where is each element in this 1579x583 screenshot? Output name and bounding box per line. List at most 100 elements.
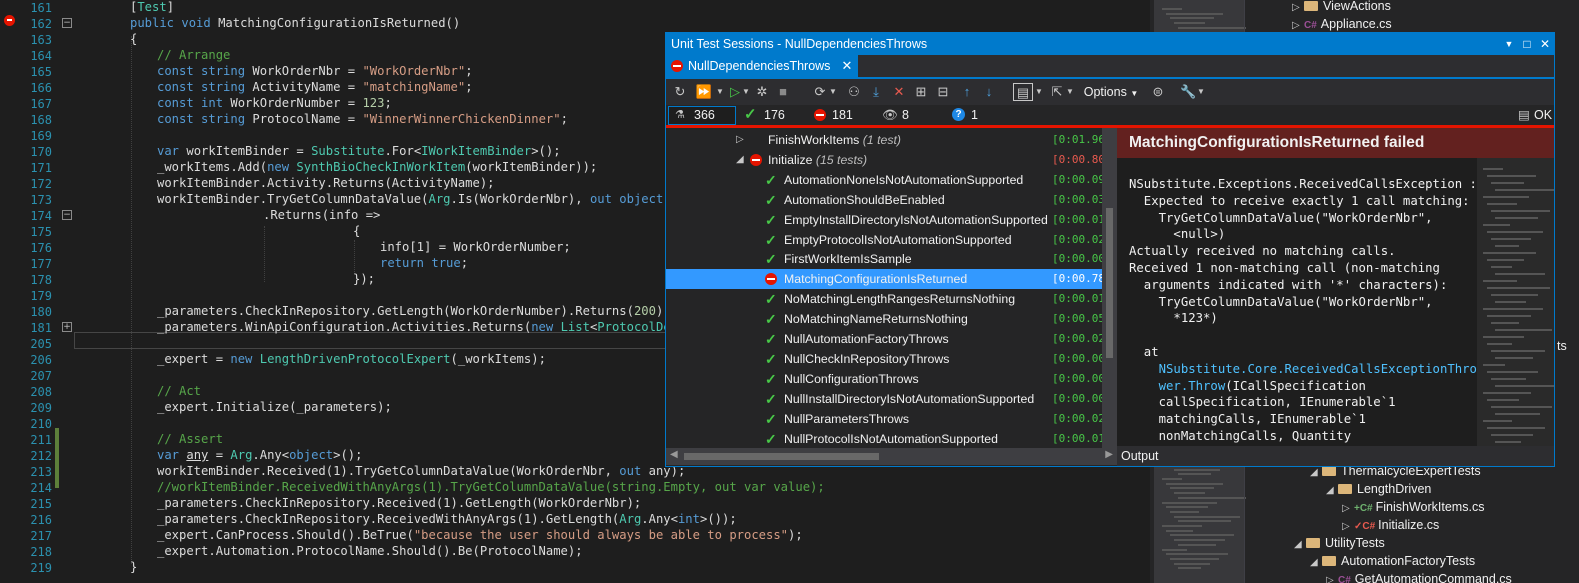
options-menu-button[interactable]: Options ▼: [1082, 83, 1140, 101]
dropdown-arrow-icon[interactable]: ▼: [716, 83, 724, 101]
continuous-testing-icon[interactable]: ⟳: [811, 83, 829, 101]
test-duration: [0:00.805: [1052, 152, 1102, 166]
window-title-bar[interactable]: Unit Test Sessions - NullDependenciesThr…: [666, 33, 1554, 55]
dropdown-arrow-icon[interactable]: ▼: [742, 83, 750, 101]
failure-title: MatchingConfigurationIsReturned failed: [1117, 128, 1554, 158]
unit-test-sessions-window[interactable]: Unit Test Sessions - NullDependenciesThr…: [665, 32, 1555, 467]
tree-item-viewactions[interactable]: ▷ ViewActions: [1292, 0, 1391, 15]
unknown-icon[interactable]: ?: [952, 108, 965, 121]
tab-close-icon[interactable]: ✕: [842, 55, 853, 77]
wrench-icon[interactable]: 🔧: [1180, 83, 1196, 101]
expanded-arrow-icon[interactable]: ◢: [1294, 536, 1306, 554]
test-row[interactable]: ✓ EmptyInstallDirectoryIsNotAutomationSup…: [666, 210, 1102, 230]
failed-icon[interactable]: [814, 109, 826, 121]
test-name: NoMatchingLengthRangesReturnsNothing: [784, 292, 1016, 307]
minimap-line: [1491, 238, 1531, 240]
test-name: AutomationNoneIsNotAutomationSupported: [784, 172, 1024, 187]
test-tree[interactable]: ▷ FinishWorkItems (1 test) [0:01.967 ◢ Initi…: [666, 128, 1102, 448]
dropdown-arrow-icon[interactable]: ▼: [1197, 83, 1205, 101]
expanded-arrow-icon[interactable]: ◢: [1310, 554, 1322, 572]
tree-item-finishworkitems-cs[interactable]: ▷ +C# FinishWorkItems.cs: [1342, 498, 1484, 516]
collapse-icon[interactable]: −: [62, 210, 72, 220]
scroll-left-icon[interactable]: ◀: [670, 449, 678, 460]
scroll-right-icon[interactable]: ▶: [1105, 449, 1113, 460]
scrollbar-thumb[interactable]: [1106, 208, 1113, 358]
collapse-icon[interactable]: −: [62, 18, 72, 28]
csharp-file-icon: +C#: [1354, 503, 1373, 514]
detail-minimap[interactable]: [1477, 158, 1554, 446]
test-row[interactable]: ✓ NoMatchingLengthRangesReturnsNothing [0:…: [666, 289, 1102, 309]
test-row[interactable]: ✓ NullConfigurationThrows [0:00.006: [666, 369, 1102, 389]
ok-label[interactable]: OK: [1534, 106, 1552, 124]
dropdown-arrow-icon[interactable]: ▼: [1066, 83, 1074, 101]
next-icon[interactable]: ↓: [982, 83, 996, 101]
dropdown-arrow-icon[interactable]: ▼: [829, 83, 837, 101]
test-result-detail[interactable]: MatchingConfigurationIsReturned failed N…: [1117, 128, 1554, 446]
code-line: //workItemBinder.ReceivedWithAnyArgs(1).…: [157, 480, 825, 494]
tab-nulldependenciesthrows[interactable]: NullDependenciesThrows ✕: [666, 55, 859, 77]
export-icon[interactable]: ⇱: [1050, 83, 1064, 101]
test-row[interactable]: MatchingConfigurationIsReturned [0:00.781: [666, 269, 1102, 290]
expand-all-icon[interactable]: ⊞: [914, 83, 928, 101]
tree-item-appliance[interactable]: ▷ C# Appliance.cs: [1292, 15, 1392, 33]
minimap-line: [1487, 343, 1512, 345]
document-icon[interactable]: ▤: [1518, 106, 1530, 124]
close-icon[interactable]: ✕: [1536, 33, 1554, 55]
test-row[interactable]: ✓ NullInstallDirectoryIsNotAutomationSupp…: [666, 389, 1102, 409]
test-row[interactable]: ✓ NullProtocolIsNotAutomationSupported [0:…: [666, 429, 1102, 449]
test-row[interactable]: ✓ AutomationNoneIsNotAutomationSupported […: [666, 170, 1102, 190]
tree-item-automationfactorytests[interactable]: ◢ AutomationFactoryTests: [1310, 552, 1475, 570]
refresh-icon[interactable]: ↻: [672, 83, 688, 101]
expanded-arrow-icon[interactable]: ◢: [1326, 482, 1338, 500]
vertical-scrollbar[interactable]: [1102, 128, 1117, 448]
failed-count[interactable]: 181: [832, 106, 853, 124]
run-icon[interactable]: ▷: [728, 83, 742, 101]
passed-count[interactable]: 176: [764, 106, 785, 124]
tree-item-utilitytests[interactable]: ◢ UtilityTests: [1294, 534, 1385, 552]
collapsed-arrow-icon[interactable]: ▷: [1326, 572, 1338, 583]
test-row[interactable]: ✓ EmptyProtocolIsNotAutomationSupported [0…: [666, 230, 1102, 250]
test-row[interactable]: ✓ FirstWorkItemIsSample [0:00.006: [666, 249, 1102, 269]
tree-item-lengthdriven[interactable]: ◢ LengthDriven: [1326, 480, 1431, 498]
passed-icon: ✓: [765, 291, 777, 308]
total-count-filter[interactable]: ⚗ 366: [668, 106, 736, 125]
ignored-count[interactable]: 8: [902, 106, 909, 124]
run-all-icon[interactable]: ⏩: [694, 83, 714, 101]
remove-icon[interactable]: ✕: [892, 83, 906, 101]
track-icon[interactable]: ⚇: [846, 83, 862, 101]
horizontal-scrollbar[interactable]: ◀ ▶: [666, 448, 1117, 465]
test-group-row[interactable]: ◢ Initialize (15 tests) [0:00.805: [666, 150, 1102, 170]
tree-item-initialize-cs[interactable]: ▷ ✓C# Initialize.cs: [1342, 516, 1439, 534]
line-number: 163: [30, 33, 52, 47]
import-icon[interactable]: ⤓: [869, 83, 883, 101]
scrollbar-thumb[interactable]: [684, 453, 879, 460]
tree-item-getautomationcommand[interactable]: ▷ C# GetAutomationCommand.cs: [1326, 570, 1512, 583]
line-number: 208: [30, 385, 52, 399]
group-by-icon[interactable]: ▤: [1013, 83, 1033, 101]
code-line: _expert = new LengthDrivenProtocolExpert…: [157, 352, 546, 366]
dropdown-arrow-icon[interactable]: ▼: [1035, 83, 1043, 101]
failed-icon: [750, 153, 762, 166]
debug-icon[interactable]: ✲: [754, 83, 770, 101]
session-settings-icon[interactable]: ⊜: [1150, 83, 1166, 101]
test-row[interactable]: ✓ NoMatchingNameReturnsNothing [0:00.058: [666, 309, 1102, 329]
previous-icon[interactable]: ↑: [960, 83, 974, 101]
collapsed-arrow-icon[interactable]: ▷: [736, 130, 744, 150]
line-number: 169: [30, 129, 52, 143]
test-row[interactable]: ✓ AutomationShouldBeEnabled [0:00.038: [666, 190, 1102, 210]
test-row[interactable]: ✓ NullAutomationFactoryThrows [0:00.021: [666, 329, 1102, 349]
collapse-all-icon[interactable]: ⊟: [936, 83, 950, 101]
window-menu-icon[interactable]: ▼: [1500, 33, 1518, 55]
unknown-count[interactable]: 1: [971, 106, 978, 124]
maximize-icon[interactable]: □: [1518, 33, 1536, 55]
ignored-icon[interactable]: 👁: [882, 106, 898, 124]
failure-message[interactable]: NSubstitute.Exceptions.ReceivedCallsExce…: [1129, 176, 1477, 445]
test-row[interactable]: ✓ NullParametersThrows [0:00.029: [666, 409, 1102, 429]
passed-icon[interactable]: ✓: [744, 106, 757, 124]
expand-icon[interactable]: +: [62, 322, 72, 332]
test-row[interactable]: ✓ NullCheckInRepositoryThrows [0:00.008: [666, 349, 1102, 369]
expanded-arrow-icon[interactable]: ◢: [736, 150, 744, 170]
output-tab[interactable]: Output: [1117, 446, 1554, 466]
stop-icon[interactable]: ■: [776, 83, 790, 101]
test-group-row[interactable]: ▷ FinishWorkItems (1 test) [0:01.967: [666, 130, 1102, 150]
